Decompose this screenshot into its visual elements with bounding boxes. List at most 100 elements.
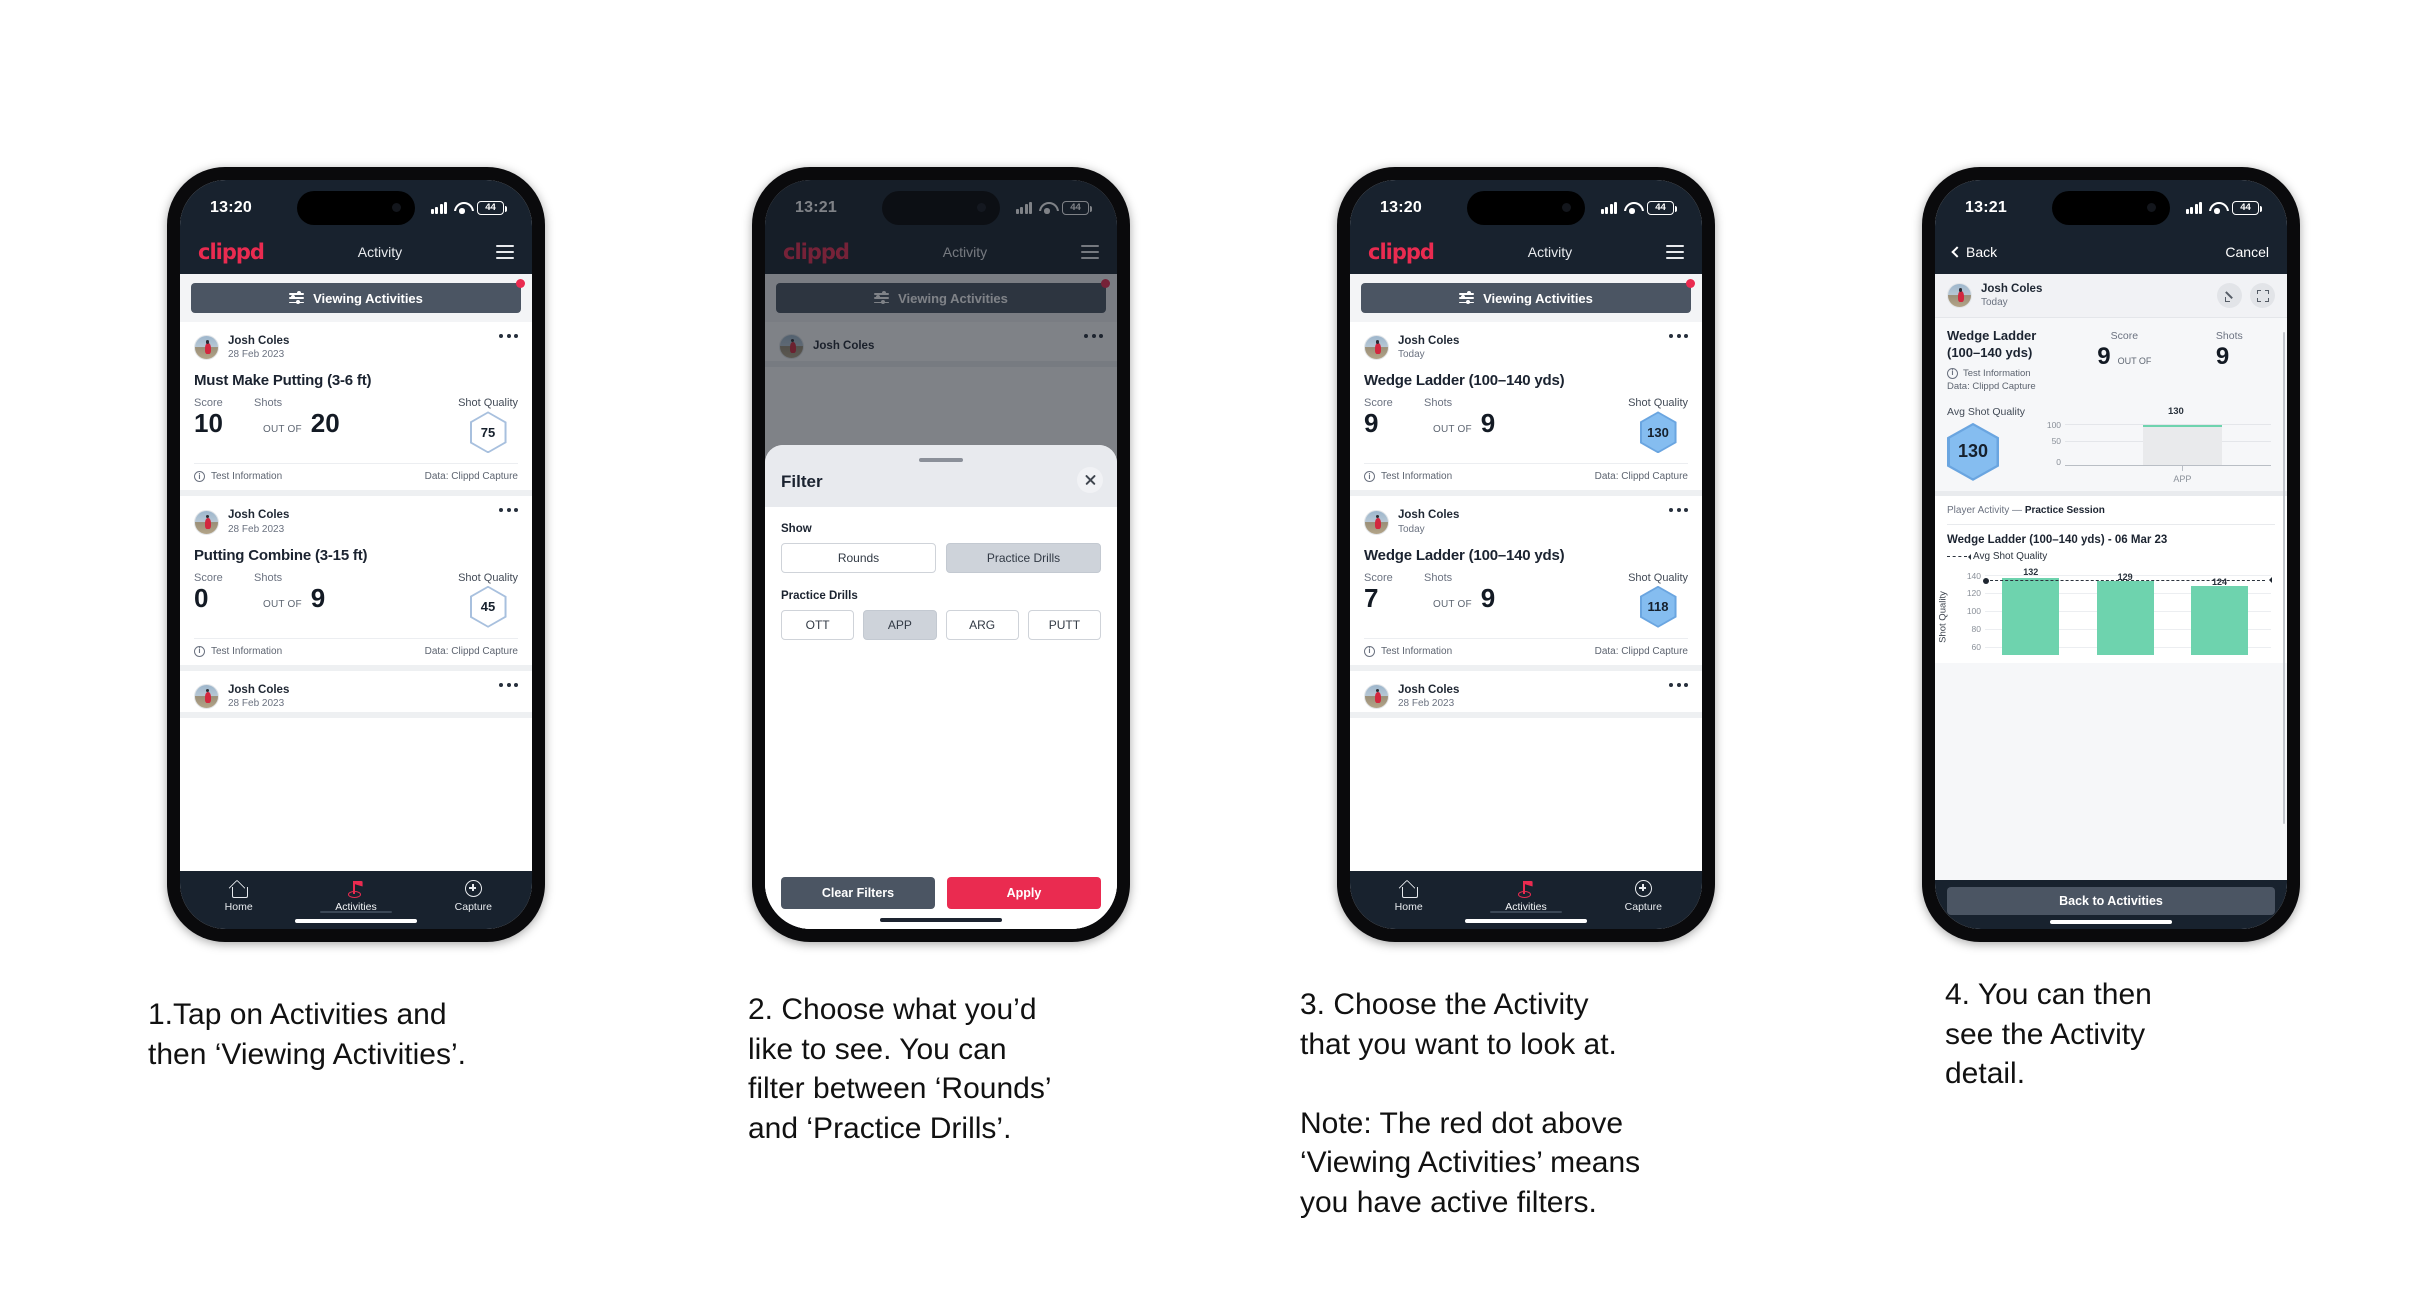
hamburger-icon[interactable] [495,245,514,259]
mini-chart-plot: APP [2065,420,2271,484]
filter-sheet-title: Filter [781,472,823,491]
activity-feed[interactable]: Josh Coles 28 Feb 2023 Must Make Putting… [180,322,532,871]
home-icon [230,881,248,898]
clippd-logo[interactable]: clippd [198,240,265,264]
page-title: Activity [357,244,403,260]
battery-level: 44 [2240,202,2251,214]
option-arg[interactable]: ARG [945,610,1019,640]
user-name: Josh Coles [228,509,290,522]
shots-label: Shots [254,571,283,584]
close-icon [1084,474,1097,487]
activity-feed[interactable]: Josh Coles Today Wedge Ladder (100–140 y… [1350,322,1702,871]
hamburger-icon[interactable] [1665,245,1684,259]
option-practice-drills[interactable]: Practice Drills [946,543,1101,573]
info-icon[interactable]: i [194,645,205,657]
filter-sheet: Filter Show Rounds Practice Drills Pract… [765,445,1117,929]
activity-detail-scroll[interactable]: Josh Coles Today Wedge Ladder (100–140 y… [1935,274,2287,880]
expand-icon [2256,289,2269,302]
shots-value: 20 [310,408,340,439]
viewing-activities-label: Viewing Activities [313,290,423,306]
tab-activities-label: Activities [1505,901,1547,913]
more-options-icon[interactable] [499,334,518,338]
wifi-icon [2209,202,2225,214]
activity-title: Putting Combine (3-15 ft) [194,546,368,564]
filter-bar: Viewing Activities [180,274,532,322]
back-button[interactable]: Back [1951,244,1998,260]
option-app[interactable]: APP [863,610,937,640]
shots-value: 9 [1480,582,1496,613]
tab-capture[interactable]: Capture [415,879,532,913]
tab-capture[interactable]: Capture [1585,879,1702,913]
shots-label: Shots [2215,330,2243,343]
user-name: Josh Coles [1398,683,1460,696]
more-options-icon[interactable] [499,682,518,687]
status-time: 13:20 [210,199,252,216]
info-icon[interactable]: i [1364,471,1375,483]
sheet-grabber[interactable] [919,458,963,462]
test-information-label: Test Information [211,471,283,483]
more-options-icon[interactable] [499,508,518,513]
info-icon[interactable]: i [194,471,205,483]
shot-quality-bar-chart: Shot Quality 140 120 100 80 60 132 129 1… [1938,567,2275,663]
tab-home[interactable]: Home [180,879,297,913]
tab-activities[interactable]: Activities [1467,879,1584,913]
phone-4-activity-detail: 13:21 44 Back Cancel Josh Coles Today We… [1922,167,2300,942]
chart-bar [2096,580,2154,655]
caption-step-3: 3. Choose the Activity that you want to … [1300,988,1641,1219]
battery-level: 44 [485,202,496,214]
data-source-label: Data: Clippd Capture [424,471,518,483]
more-options-icon[interactable] [1669,682,1688,687]
activity-title: Wedge Ladder (100–140 yds) [1364,372,1565,390]
scrollbar[interactable] [2282,332,2285,824]
active-filters-dot [516,279,525,288]
tab-home[interactable]: Home [1350,879,1467,913]
battery-icon: 44 [2232,201,2263,215]
back-to-activities-button[interactable]: Back to Activities [1947,887,2275,915]
bottom-tab-bar: Home Activities Capture [180,871,532,929]
tutorial-sheet: 13:20 44 clippd Activity Viewing Activit… [0,0,2423,1303]
shot-quality-hexagon: 45 [469,585,507,628]
viewing-activities-button[interactable]: Viewing Activities [1361,283,1691,313]
more-options-icon[interactable] [1669,508,1688,513]
mini-chart-data-label: 130 [2167,405,2184,417]
bottom-tab-bar: Home Activities Capture [1350,871,1702,929]
option-rounds[interactable]: Rounds [781,543,936,573]
wifi-icon [1624,202,1640,214]
clippd-logo[interactable]: clippd [1368,240,1435,264]
chart-legend: Avg Shot Quality [1947,546,2275,562]
option-ott[interactable]: OTT [781,610,855,640]
score-label: Score [1364,571,1393,584]
more-options-icon[interactable] [1669,334,1688,338]
back-label: Back [1966,244,1998,260]
score-value: 9 [1364,408,1379,439]
info-icon[interactable]: i [1947,367,1958,379]
edit-button[interactable] [2217,283,2242,309]
activity-card[interactable]: Josh Coles 28 Feb 2023 [180,670,532,719]
option-putt[interactable]: PUTT [1027,610,1101,640]
activity-card[interactable]: Josh Coles Today Wedge Ladder (100–140 y… [1350,496,1702,671]
activity-card[interactable]: Josh Coles 28 Feb 2023 [1350,670,1702,719]
info-icon[interactable]: i [1364,645,1375,657]
activity-card[interactable]: Josh Coles Today Wedge Ladder (100–140 y… [1350,322,1702,497]
detail-footer: Back to Activities [1935,880,2287,929]
fullscreen-button[interactable] [2250,283,2275,309]
avatar [194,683,219,709]
user-name: Josh Coles [228,335,290,347]
home-indicator [1465,918,1587,923]
status-time: 13:21 [1965,199,2007,216]
viewing-activities-button[interactable]: Viewing Activities [191,283,521,313]
drill-options-group: OTT APP ARG PUTT [781,610,1101,640]
chart-data-label: 124 [2212,576,2228,587]
tab-activities[interactable]: Activities [297,879,414,913]
shot-quality-label: Shot Quality [458,571,518,584]
practice-drills-group-label: Practice Drills [781,590,858,602]
apply-button[interactable]: Apply [947,877,1101,909]
activity-card[interactable]: Josh Coles 28 Feb 2023 Putting Combine (… [180,496,532,671]
plus-circle-icon [464,880,482,897]
clear-filters-button[interactable]: Clear Filters [781,877,935,909]
test-information-label: Test Information [1963,367,2031,379]
activity-card[interactable]: Josh Coles 28 Feb 2023 Must Make Putting… [180,322,532,497]
cancel-button[interactable]: Cancel [2225,244,2269,260]
ytick: 50 [2051,435,2062,446]
close-button[interactable] [1077,467,1103,493]
